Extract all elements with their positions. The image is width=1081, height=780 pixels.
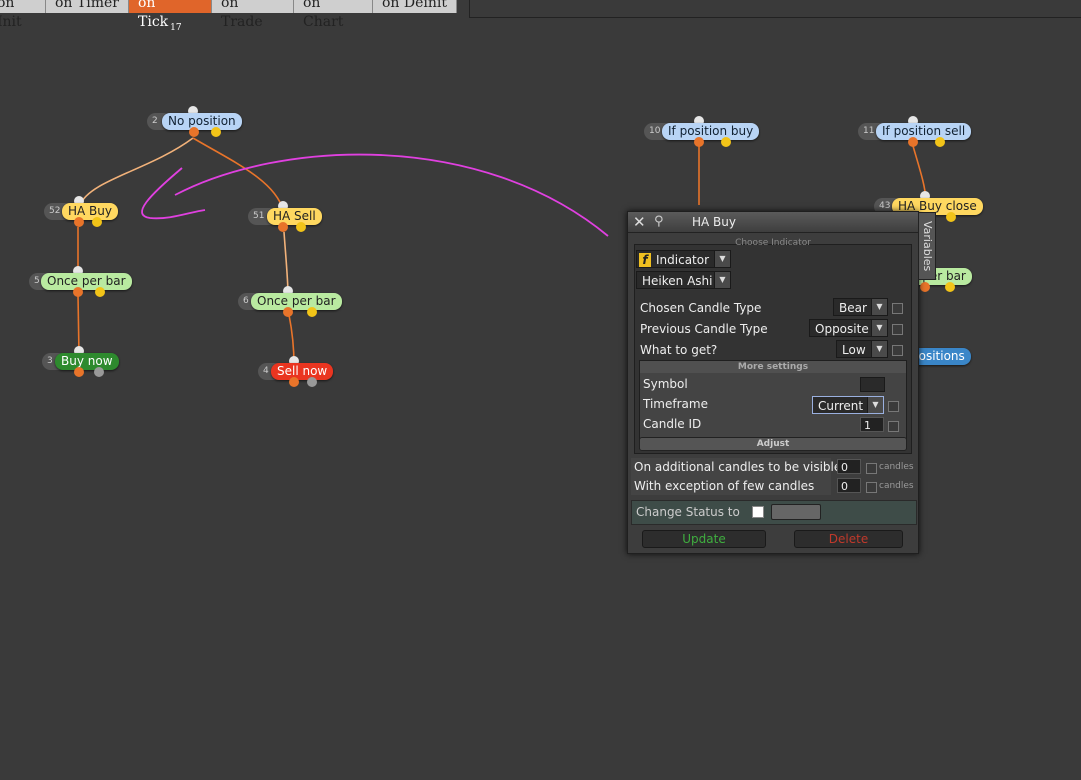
output-port[interactable] xyxy=(908,137,918,147)
node-label: HA Sell xyxy=(267,208,322,225)
chevron-down-icon: ▼ xyxy=(871,320,887,336)
output-port[interactable] xyxy=(189,127,199,137)
output-port[interactable] xyxy=(296,222,306,232)
previous-candle-type-checkbox[interactable] xyxy=(892,324,903,335)
node-label: Once per bar xyxy=(251,293,342,310)
output-port[interactable] xyxy=(289,377,299,387)
output-port[interactable] xyxy=(92,217,102,227)
dialog-title: HA Buy xyxy=(692,215,736,229)
exception-candles-checkbox[interactable] xyxy=(866,482,877,493)
symbol-input[interactable] xyxy=(860,377,885,392)
node-label: Buy now xyxy=(55,353,119,370)
node-label: If position buy xyxy=(662,123,760,140)
output-port[interactable] xyxy=(278,222,288,232)
output-port[interactable] xyxy=(920,282,930,292)
exception-candles-input[interactable]: 0 xyxy=(837,478,861,493)
output-port[interactable] xyxy=(283,307,293,317)
what-to-get-checkbox[interactable] xyxy=(892,345,903,356)
close-icon[interactable]: ✕ xyxy=(633,213,646,231)
indicator-name-value: Heiken Ashi xyxy=(642,274,713,288)
output-port[interactable] xyxy=(694,137,704,147)
update-button[interactable]: Update xyxy=(642,530,766,548)
candle-id-label: Candle ID xyxy=(643,417,702,431)
dialog-header[interactable]: ✕ ⚲ HA Buy xyxy=(628,212,918,233)
output-port[interactable] xyxy=(935,137,945,147)
previous-candle-type-value: Opposite xyxy=(815,322,869,336)
output-port[interactable] xyxy=(307,307,317,317)
additional-candles-label: On additional candles to be visible xyxy=(634,460,842,474)
output-port[interactable] xyxy=(945,282,955,292)
additional-candles-input[interactable]: 0 xyxy=(837,459,861,474)
variables-tab[interactable]: Variables xyxy=(918,212,936,280)
more-settings-panel: More settings Symbol Timeframe Current ▼… xyxy=(639,360,907,449)
indicator-section: Choose Indicator f Indicator ▼ Heiken Ash… xyxy=(634,238,912,454)
section-title: Choose Indicator xyxy=(735,238,811,248)
chosen-candle-type-label: Chosen Candle Type xyxy=(640,301,762,315)
indicator-name-select[interactable]: Heiken Ashi ▼ xyxy=(636,271,731,289)
exception-candles-label: With exception of few candles xyxy=(634,479,815,493)
change-status-label: Change Status to xyxy=(636,505,740,519)
candles-unit: candles xyxy=(879,481,914,491)
node-label: Sell now xyxy=(271,363,334,380)
chevron-down-icon: ▼ xyxy=(714,272,730,288)
output-port[interactable] xyxy=(74,367,84,377)
output-port[interactable] xyxy=(307,377,317,387)
delete-button[interactable]: Delete xyxy=(794,530,903,548)
node-label: Once per bar xyxy=(41,273,132,290)
node-label: If position sell xyxy=(876,123,972,140)
status-color-swatch[interactable] xyxy=(771,504,821,520)
candles-unit: candles xyxy=(879,462,914,472)
change-status-checkbox[interactable] xyxy=(752,506,764,518)
chevron-down-icon: ▼ xyxy=(714,251,730,267)
output-port[interactable] xyxy=(73,287,83,297)
node-label: No position xyxy=(162,113,242,130)
timeframe-value: Current xyxy=(818,399,864,413)
output-port[interactable] xyxy=(94,367,104,377)
indicator-type-value: Indicator xyxy=(656,253,710,267)
symbol-label: Symbol xyxy=(643,377,688,391)
output-port[interactable] xyxy=(95,287,105,297)
timeframe-select[interactable]: Current ▼ xyxy=(812,396,884,414)
chevron-down-icon: ▼ xyxy=(867,397,883,413)
chosen-candle-type-checkbox[interactable] xyxy=(892,303,903,314)
output-port[interactable] xyxy=(721,137,731,147)
change-status-row: Change Status to xyxy=(631,500,917,525)
chosen-candle-type-select[interactable]: Bear ▼ xyxy=(833,298,888,316)
chosen-candle-type-value: Bear xyxy=(839,301,867,315)
candle-id-input[interactable]: 1 xyxy=(860,417,884,432)
previous-candle-type-label: Previous Candle Type xyxy=(640,322,768,336)
timeframe-label: Timeframe xyxy=(643,397,708,411)
block-settings-dialog: ✕ ⚲ HA Buy Variables Choose Indicator fI… xyxy=(627,211,936,554)
more-settings-header[interactable]: More settings xyxy=(640,361,906,373)
previous-candle-type-select[interactable]: Opposite ▼ xyxy=(809,319,888,337)
what-to-get-select[interactable]: Low ▼ xyxy=(836,340,888,358)
what-to-get-label: What to get? xyxy=(640,343,718,357)
function-icon: f xyxy=(639,253,651,267)
output-port[interactable] xyxy=(211,127,221,137)
chevron-down-icon: ▼ xyxy=(871,341,887,357)
output-port[interactable] xyxy=(74,217,84,227)
node-label: HA Buy xyxy=(62,203,118,220)
timeframe-checkbox[interactable] xyxy=(888,401,899,412)
adjust-button[interactable]: Adjust xyxy=(639,437,907,451)
indicator-type-select[interactable]: f Indicator ▼ xyxy=(636,250,731,268)
additional-candles-checkbox[interactable] xyxy=(866,463,877,474)
candle-id-checkbox[interactable] xyxy=(888,421,899,432)
what-to-get-value: Low xyxy=(842,343,866,357)
chevron-down-icon: ▼ xyxy=(871,299,887,315)
pin-icon[interactable]: ⚲ xyxy=(654,214,664,229)
output-port[interactable] xyxy=(946,212,956,222)
